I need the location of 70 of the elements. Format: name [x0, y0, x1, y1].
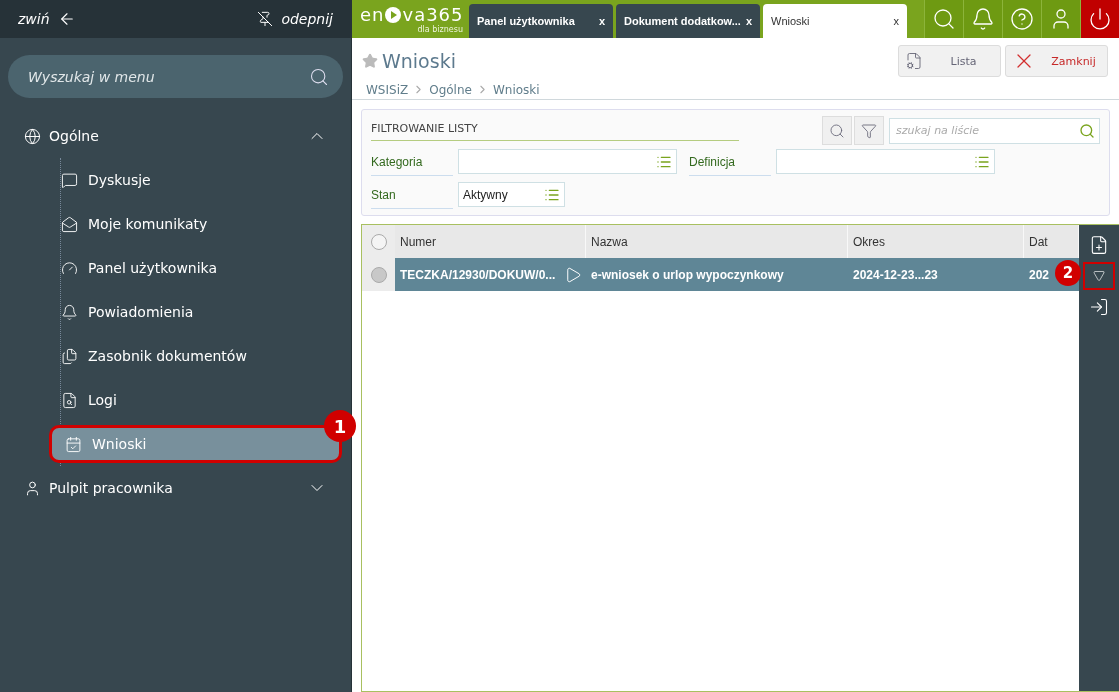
documents-icon [61, 347, 78, 365]
search-icon [932, 7, 956, 31]
pin-off-icon [257, 11, 274, 27]
filter-button[interactable] [854, 116, 884, 145]
list-settings-icon [905, 52, 923, 70]
menu-item[interactable]: Dyskusje [61, 158, 341, 202]
callout-badge: 1 [324, 410, 356, 442]
tab-close-button[interactable]: x [893, 15, 899, 27]
menu-item[interactable]: Panel użytkownika [61, 246, 341, 290]
page-title: Wnioski [382, 50, 457, 72]
logo: en va365 dla biznesu [359, 2, 465, 36]
triangle-down-icon [1093, 270, 1105, 282]
menu-item[interactable]: Powiadomienia [61, 290, 341, 334]
table-cell: TECZKA/12930/DOKUW/0... [395, 258, 586, 291]
row-radio[interactable] [370, 266, 387, 283]
envelope-icon [61, 215, 78, 233]
field-label: Definicja [689, 149, 771, 176]
field-label: Stan [371, 182, 453, 209]
bell-icon [61, 303, 78, 321]
advanced-search-button[interactable] [822, 116, 852, 145]
star-icon[interactable] [362, 53, 378, 69]
tab[interactable]: Panel użytkownika x [469, 4, 613, 38]
search-icon [1079, 122, 1095, 139]
list-button[interactable]: Lista [898, 45, 1001, 77]
help-button[interactable] [1002, 0, 1041, 38]
file-plus-icon [1089, 235, 1109, 255]
bell-icon [971, 7, 995, 31]
play-circle-icon [384, 5, 403, 24]
filter-field[interactable]: Aktywny [458, 182, 565, 207]
menu-search-field[interactable]: Wyszukaj w menu [8, 55, 343, 98]
gauge-icon [61, 259, 78, 277]
filter-field[interactable] [458, 149, 677, 174]
search-icon [829, 122, 845, 139]
close-button[interactable]: Zamknij [1005, 45, 1108, 77]
file-search-icon [61, 391, 78, 409]
table-cell: 2024-12-23...23 [848, 258, 1024, 291]
collapse-button[interactable]: zwiń [18, 10, 76, 28]
list-search-field[interactable]: szukaj na liście [889, 117, 1100, 144]
field-label: Kategoria [371, 149, 453, 176]
user-icon [24, 479, 41, 497]
breadcrumb-link[interactable]: WSISiZ [366, 82, 409, 97]
table-cell: e-wniosek o urlop wypoczynkowy [586, 258, 848, 291]
search-icon [309, 66, 329, 87]
play-icon [564, 265, 582, 284]
enter-icon [1089, 297, 1109, 317]
menu-item[interactable]: Zasobnik dokumentów [61, 334, 341, 378]
search-button[interactable] [924, 0, 963, 38]
user-button[interactable] [1041, 0, 1080, 38]
tab-close-button[interactable]: x [745, 15, 752, 27]
filter-title: FILTROWANIE LISTY [371, 120, 739, 141]
power-button[interactable] [1080, 0, 1119, 38]
notifications-button[interactable] [963, 0, 1002, 38]
menu-item[interactable]: Moje komunikaty [61, 202, 341, 246]
menu-group[interactable]: Ogólne [0, 114, 351, 158]
menu-group[interactable]: Pulpit pracownika [0, 466, 351, 510]
power-icon [1088, 7, 1112, 31]
help-icon [1010, 7, 1034, 31]
globe-icon [24, 127, 41, 145]
breadcrumb-link[interactable]: Wnioski [492, 82, 540, 97]
search-input[interactable]: Wyszukaj w menu [26, 67, 309, 86]
select-all-radio[interactable] [370, 233, 387, 250]
filter-field[interactable] [776, 149, 995, 174]
calendar-check-icon [65, 435, 82, 453]
breadcrumb-link[interactable]: Ogólne [429, 82, 472, 97]
speech-bubble-icon [61, 171, 78, 189]
unpin-button[interactable]: odepnij [257, 11, 333, 27]
tab[interactable]: Dokument dodatkow... x [616, 4, 760, 38]
tab-close-button[interactable]: x [598, 15, 605, 27]
tab[interactable]: Wnioski x [763, 4, 907, 38]
filter-icon [861, 122, 877, 139]
